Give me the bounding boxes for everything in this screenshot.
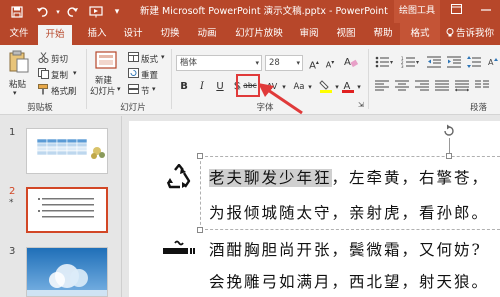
poem-line-2[interactable]: 为报倾城随太守，亲射虎，看孙郎。 [209, 201, 489, 223]
slide-thumbnail-1[interactable] [26, 128, 108, 174]
poem-line-1-rest[interactable]: ，左牵黄，右擎苍， [332, 169, 490, 187]
slide-number-2: 2 [9, 186, 16, 197]
pane-divider [121, 116, 122, 297]
rotate-handle-icon[interactable] [442, 124, 456, 138]
poem-line-1[interactable]: 老夫聊发少年狂，左牵黄，右擎苍， [209, 166, 489, 188]
poem-line-4[interactable]: 会挽雕弓如满月，西北望，射天狼。 [209, 270, 489, 292]
slide-thumbnail-2[interactable] [26, 187, 108, 233]
resize-handle[interactable] [197, 227, 203, 233]
slide-number-1: 1 [9, 127, 16, 138]
slide-thumbnail-3[interactable] [26, 247, 108, 297]
resize-handle[interactable] [197, 153, 203, 159]
selected-text[interactable]: 老夫聊发少年狂 [209, 169, 332, 187]
smoking-icon [163, 240, 195, 256]
poem-line-3[interactable]: 酒酣胸胆尚开张，鬓微霜，又何妨? [209, 238, 482, 260]
resize-handle[interactable] [446, 153, 452, 159]
slide-modified-mark: * [9, 198, 14, 208]
recycle-icon [165, 163, 193, 190]
slide-number-3: 3 [9, 246, 16, 257]
